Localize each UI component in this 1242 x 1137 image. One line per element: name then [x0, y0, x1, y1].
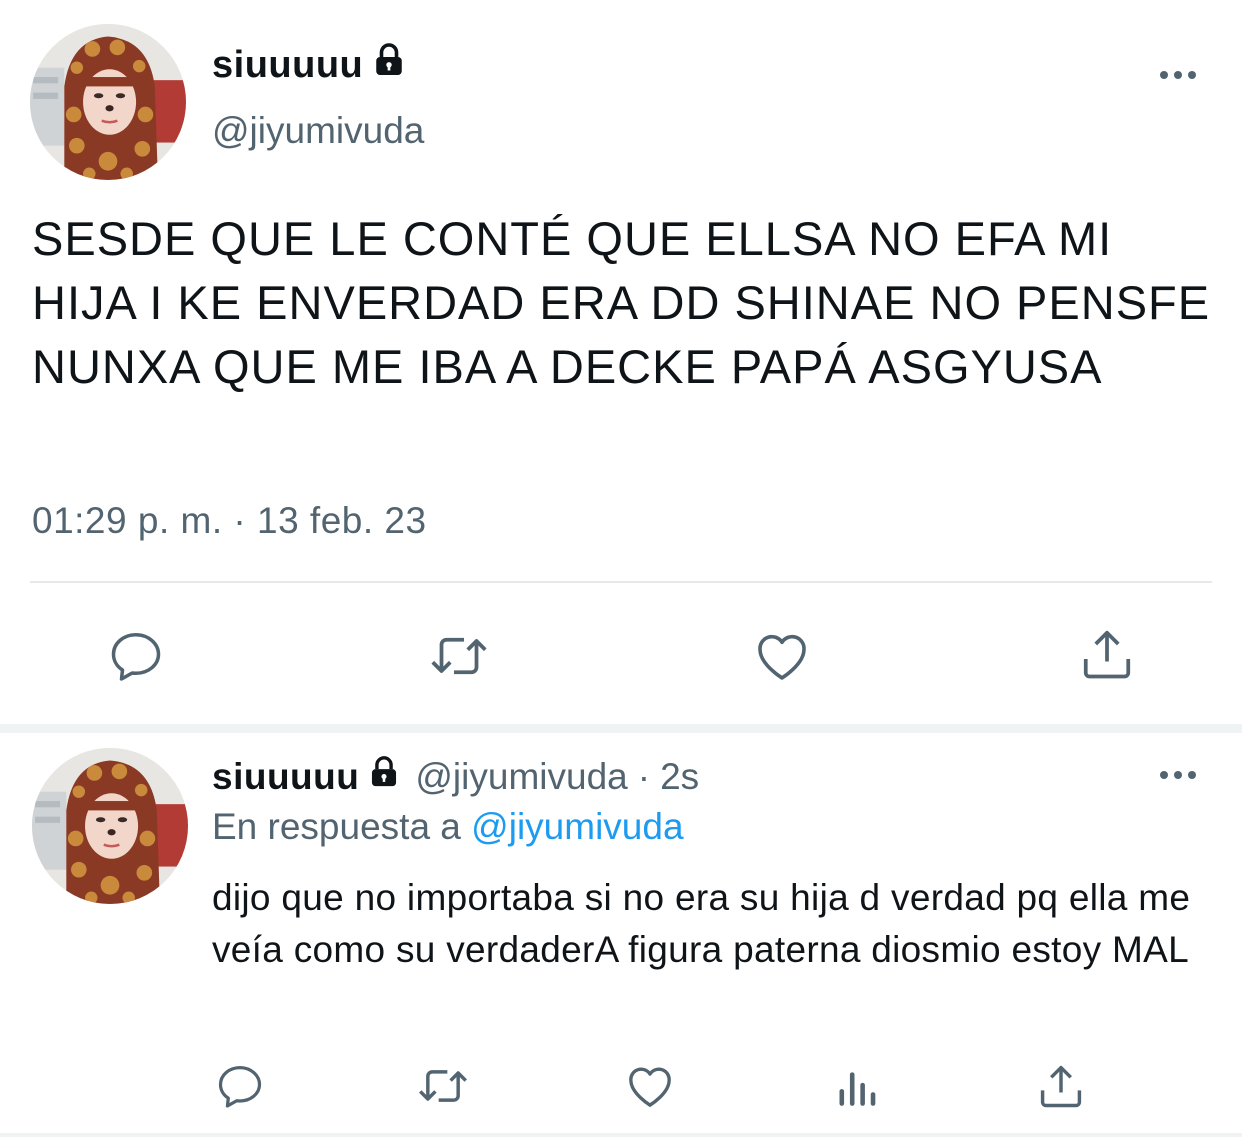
separator-dot: ·	[637, 755, 651, 797]
avatar-image	[32, 748, 188, 904]
section-separator	[0, 724, 1242, 733]
like-icon[interactable]	[622, 1058, 678, 1114]
avatar[interactable]	[30, 24, 186, 180]
tweet-text: SESDE QUE LE CONTÉ QUE ELLSA NO EFA MI H…	[32, 212, 1211, 393]
handle[interactable]: @jiyumivuda	[415, 756, 627, 798]
handle[interactable]: @jiyumivuda	[212, 110, 424, 152]
reply-icon[interactable]	[104, 624, 168, 688]
share-icon[interactable]	[1034, 1058, 1088, 1114]
reply-header: siuuuuu @jiyumivuda · 2s	[212, 755, 699, 798]
tweet-text: dijo que no importaba si no era su hija …	[212, 877, 1191, 970]
tweet-time[interactable]: 2s	[660, 756, 699, 798]
retweet-icon[interactable]	[412, 1058, 474, 1114]
lock-icon	[371, 42, 407, 88]
avatar-image	[30, 24, 186, 180]
more-options-icon[interactable]	[1158, 768, 1198, 780]
tweet-thread: siuuuuu @jiyumivuda SESDE QUE LE CONTÉ Q…	[0, 0, 1242, 1137]
main-tweet[interactable]: siuuuuu @jiyumivuda SESDE QUE LE CONTÉ Q…	[0, 0, 1242, 724]
display-name[interactable]: siuuuuu	[212, 756, 359, 798]
replying-to: En respuesta a @jiyumivuda	[212, 806, 684, 848]
lock-icon	[367, 755, 401, 798]
bottom-divider	[0, 1133, 1242, 1137]
tweet-timestamp[interactable]: 01:29 p. m. · 13 feb. 23	[32, 500, 427, 542]
reply-icon[interactable]	[212, 1058, 268, 1114]
display-name-text: siuuuuu	[212, 43, 364, 86]
like-icon[interactable]	[750, 624, 814, 688]
display-name[interactable]: siuuuuu	[212, 42, 407, 88]
share-icon[interactable]	[1076, 622, 1138, 686]
more-options-icon[interactable]	[1158, 68, 1198, 80]
divider	[30, 581, 1212, 583]
retweet-icon[interactable]	[424, 624, 494, 688]
analytics-icon[interactable]	[830, 1060, 884, 1114]
replying-to-label: En respuesta a	[212, 806, 461, 847]
reply-mention-link[interactable]: @jiyumivuda	[471, 806, 683, 847]
avatar[interactable]	[32, 748, 188, 904]
